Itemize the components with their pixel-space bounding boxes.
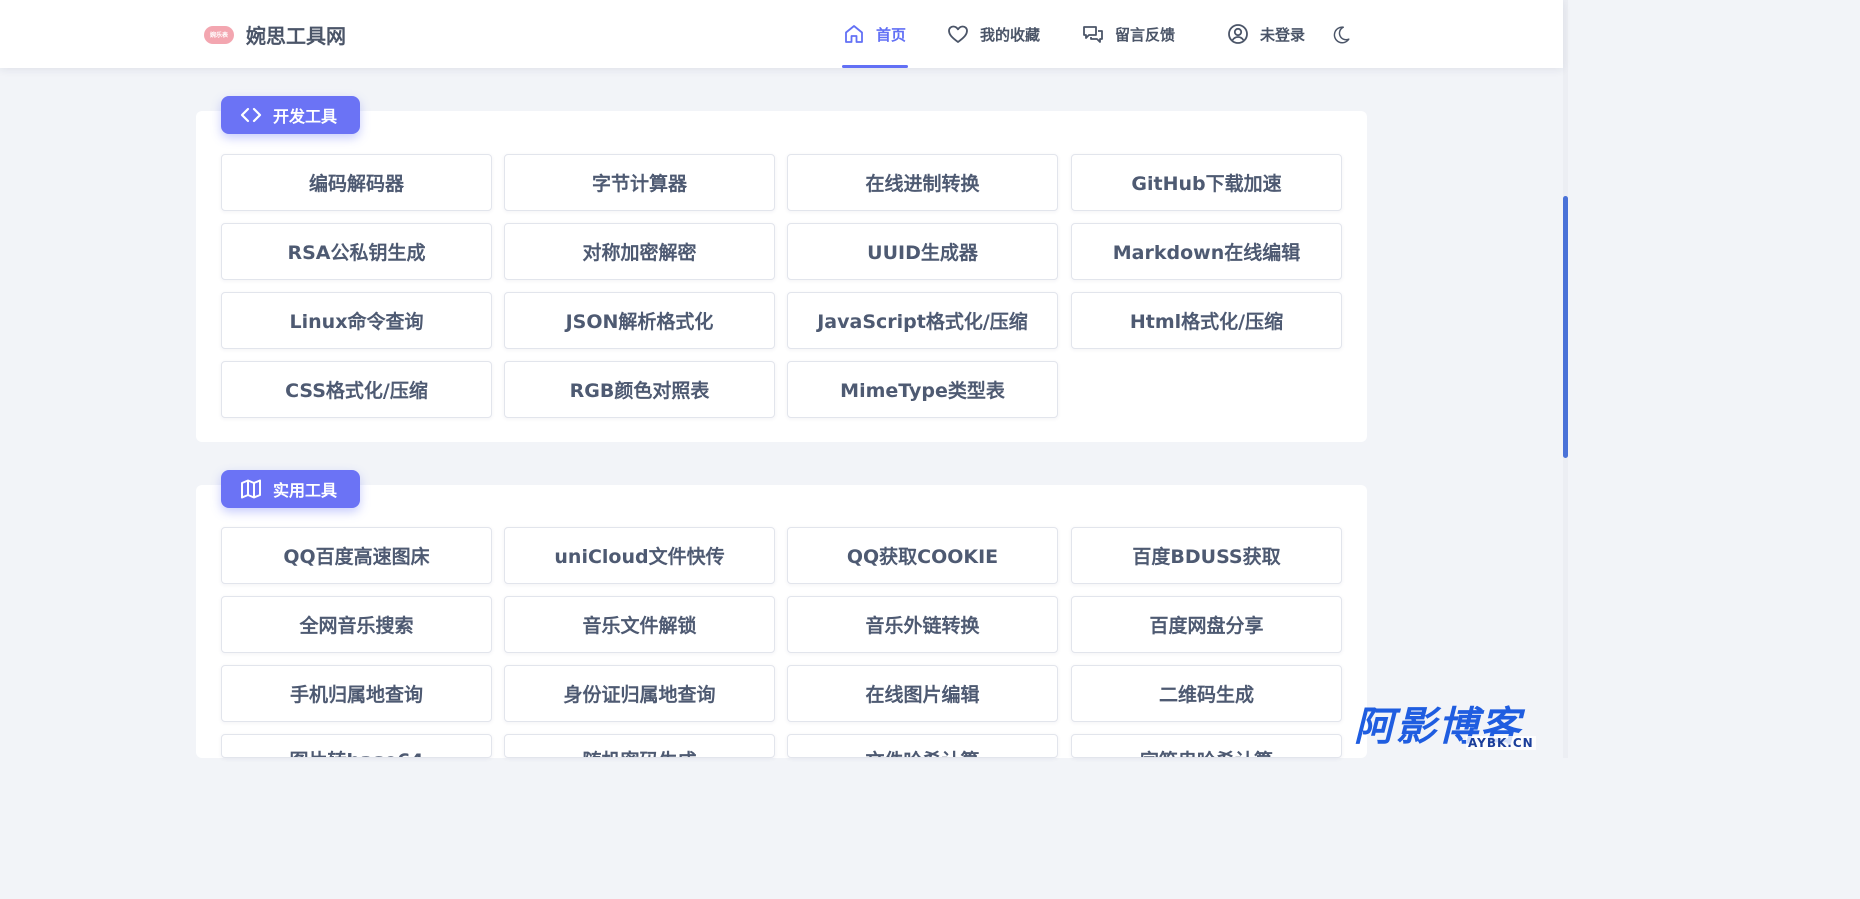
tool-card[interactable]: CSS格式化/压缩 — [221, 361, 492, 418]
section-title: 开发工具 — [273, 107, 338, 126]
tool-card[interactable]: 身份证归属地查询 — [504, 665, 775, 722]
nav-login[interactable]: 未登录 — [1226, 0, 1305, 68]
top-header: 婉乐表 婉思工具网 首页 我的收藏 留言反馈 未登录 — [0, 0, 1563, 68]
tool-card[interactable]: RGB颜色对照表 — [504, 361, 775, 418]
watermark-domain: AYBK.CN — [1466, 736, 1536, 750]
moon-icon[interactable] — [1330, 24, 1352, 46]
tool-card-label: 文件哈希计算 — [865, 746, 979, 757]
home-icon — [845, 25, 863, 43]
tool-card[interactable]: 百度BDUSS获取 — [1071, 527, 1342, 584]
tool-card[interactable]: 在线进制转换 — [787, 154, 1058, 211]
nav-active-indicator — [842, 65, 908, 68]
tool-card[interactable]: GitHub下载加速 — [1071, 154, 1342, 211]
tool-card[interactable]: 全网音乐搜索 — [221, 596, 492, 653]
tool-card[interactable]: QQ百度高速图床 — [221, 527, 492, 584]
tool-card[interactable]: 编码解码器 — [221, 154, 492, 211]
site-title: 婉思工具网 — [246, 24, 346, 48]
tool-card[interactable]: 二维码生成 — [1071, 665, 1342, 722]
nav-favorites[interactable]: 我的收藏 — [946, 0, 1040, 68]
tool-card[interactable]: Linux命令查询 — [221, 292, 492, 349]
tool-card-label: 图片转base64 — [289, 746, 423, 757]
tool-card-label: 字符串哈希计算 — [1140, 746, 1273, 757]
brand[interactable]: 婉乐表 婉思工具网 — [204, 20, 346, 49]
section-tag-utility-tools: 实用工具 — [221, 470, 360, 508]
tool-card-partial[interactable]: 文件哈希计算 — [787, 734, 1058, 758]
tool-card[interactable]: UUID生成器 — [787, 223, 1058, 280]
tool-card[interactable]: QQ获取COOKIE — [787, 527, 1058, 584]
tool-card[interactable]: 手机归属地查询 — [221, 665, 492, 722]
section-title: 实用工具 — [273, 481, 338, 500]
tool-card[interactable]: uniCloud文件快传 — [504, 527, 775, 584]
tool-card[interactable]: JSON解析格式化 — [504, 292, 775, 349]
tool-card[interactable]: Html格式化/压缩 — [1071, 292, 1342, 349]
tool-card-partial[interactable]: 图片转base64 — [221, 734, 492, 758]
tool-card[interactable]: 对称加密解密 — [504, 223, 775, 280]
tool-card[interactable]: 在线图片编辑 — [787, 665, 1058, 722]
site-logo: 婉乐表 — [204, 25, 234, 44]
scrollbar-thumb[interactable] — [1563, 196, 1568, 458]
tool-card[interactable]: 百度网盘分享 — [1071, 596, 1342, 653]
chat-icon — [1083, 26, 1103, 43]
watermark: 阿影博客 AYBK.CN — [1354, 704, 1554, 754]
nav-feedback-label: 留言反馈 — [1115, 25, 1176, 44]
tool-card-partial[interactable]: 字符串哈希计算 — [1071, 734, 1342, 758]
user-icon — [1228, 24, 1248, 44]
nav-favorites-label: 我的收藏 — [980, 25, 1041, 44]
section-tag-dev-tools: 开发工具 — [221, 96, 360, 134]
nav-home[interactable]: 首页 — [842, 0, 908, 68]
tool-card[interactable]: Markdown在线编辑 — [1071, 223, 1342, 280]
map-icon — [241, 479, 261, 499]
heart-icon — [948, 25, 968, 43]
tool-card-partial[interactable]: 随机密码生成 — [504, 734, 775, 758]
tool-card[interactable]: 音乐外链转换 — [787, 596, 1058, 653]
tool-card-label: 随机密码生成 — [582, 746, 696, 757]
code-icon — [240, 107, 262, 123]
tool-card[interactable]: RSA公私钥生成 — [221, 223, 492, 280]
tool-card[interactable]: 字节计算器 — [504, 154, 775, 211]
tool-card[interactable]: 音乐文件解锁 — [504, 596, 775, 653]
nav-home-label: 首页 — [876, 25, 907, 44]
nav-feedback[interactable]: 留言反馈 — [1081, 0, 1175, 68]
nav-login-label: 未登录 — [1260, 25, 1306, 44]
tool-card[interactable]: JavaScript格式化/压缩 — [787, 292, 1058, 349]
tool-card[interactable]: MimeType类型表 — [787, 361, 1058, 418]
